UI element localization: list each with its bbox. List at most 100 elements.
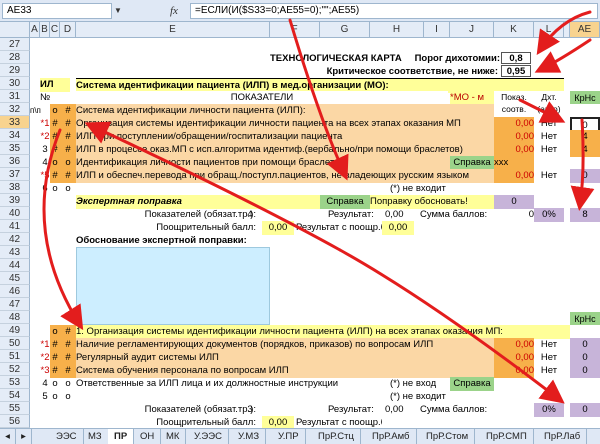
o-mark-36b: о	[60, 156, 76, 170]
expert-correction-value[interactable]: 0	[494, 195, 534, 209]
row-header-50[interactable]: 50	[0, 337, 30, 350]
row-header-45[interactable]: 45	[0, 272, 30, 285]
row-header-49[interactable]: 49	[0, 324, 30, 337]
row-37-score: 0,00	[494, 169, 534, 183]
column-header-i[interactable]: I	[424, 22, 450, 38]
select-all-corner[interactable]	[0, 22, 30, 38]
tab-nav-next-icon[interactable]: ▸	[16, 429, 32, 444]
chevron-down-icon[interactable]: ▼	[114, 5, 124, 17]
threshold-value[interactable]: 0,8	[501, 52, 531, 64]
bonus-result-label: Результат с поощр.б.:	[296, 222, 382, 233]
row-header-27[interactable]: 27	[0, 38, 30, 51]
ilp-label: ИЛ	[40, 78, 70, 92]
tab-pr[interactable]: ПР	[108, 429, 135, 444]
row-header-56[interactable]: 56	[0, 415, 30, 428]
row-header-30[interactable]: 30	[0, 77, 30, 90]
hash-35b: #	[60, 143, 76, 157]
column-header-j[interactable]: J	[450, 22, 494, 38]
percent-40: 0%	[534, 208, 564, 222]
row-53-reference-button[interactable]: Справка	[450, 377, 494, 391]
row-36-reference-button[interactable]: Справка	[450, 156, 494, 170]
tab-u-mz[interactable]: У.МЗ	[232, 429, 267, 444]
row-header-47[interactable]: 47	[0, 298, 30, 311]
row-header-46[interactable]: 46	[0, 285, 30, 298]
tab-prr-amb[interactable]: ПрР.Амб	[366, 429, 417, 444]
row-header-34[interactable]: 34	[0, 129, 30, 142]
row-header-40[interactable]: 40	[0, 207, 30, 220]
column-header-e[interactable]: E	[76, 22, 270, 38]
dht-header: Дхт. (авто)	[534, 91, 564, 117]
hash-33a: #	[50, 117, 60, 131]
mo-tag: *МО - м	[450, 91, 494, 105]
krns-header-49[interactable]: КрНс	[570, 312, 600, 325]
row-header-54[interactable]: 54	[0, 389, 30, 402]
krns-total-55[interactable]: 0	[570, 403, 600, 417]
row-header-51[interactable]: 51	[0, 350, 30, 363]
row-52-krns[interactable]: 0	[570, 364, 600, 378]
row-54-note: (*) не входит	[390, 391, 446, 402]
row-header-28[interactable]: 28	[0, 51, 30, 64]
formula-input[interactable]: =ЕСЛИ(И($S33=0;AE55=0);"";AE55)	[190, 3, 598, 19]
row-header-31[interactable]: 31	[0, 90, 30, 103]
row-header-42[interactable]: 42	[0, 233, 30, 246]
row-51-krns[interactable]: 0	[570, 351, 600, 365]
tab-prr-stc[interactable]: ПрР.Стц	[312, 429, 361, 444]
row-33-text: Организация системы идентификации личнос…	[76, 117, 494, 131]
column-header-f[interactable]: F	[270, 22, 320, 38]
row-header-43[interactable]: 43	[0, 246, 30, 259]
tab-on[interactable]: ОН	[134, 429, 162, 444]
row-header-35[interactable]: 35	[0, 142, 30, 155]
row-header-36[interactable]: 36	[0, 155, 30, 168]
krns-header[interactable]: КрНс	[570, 91, 600, 104]
row-header-37[interactable]: 37	[0, 168, 30, 181]
row-50-krns[interactable]: 0	[570, 338, 600, 352]
bonus-value[interactable]: 0,00	[262, 221, 294, 235]
column-header-g[interactable]: G	[320, 22, 370, 38]
tab-ees[interactable]: ЭЭС	[50, 429, 84, 444]
row-header-32[interactable]: 32	[0, 103, 30, 116]
row-34-num: *2	[40, 131, 50, 142]
column-header-a[interactable]: A	[30, 22, 40, 38]
score-sum-label: Сумма баллов:	[420, 209, 488, 220]
tab-prr-stom[interactable]: ПрР.Стом	[420, 429, 476, 444]
justification-textbox[interactable]	[76, 247, 270, 325]
krns-total-40[interactable]: 8	[570, 208, 600, 222]
expert-reference-button[interactable]: Справка	[320, 195, 370, 209]
row-header-44[interactable]: 44	[0, 259, 30, 272]
column-header-l[interactable]: L	[534, 22, 564, 38]
tab-prr-lab[interactable]: ПрР.Лаб	[538, 429, 588, 444]
function-icon[interactable]: fx	[170, 3, 188, 19]
row-header-29[interactable]: 29	[0, 64, 30, 77]
column-header-c[interactable]: C	[50, 22, 60, 38]
result-value: 0,00	[385, 209, 404, 220]
o-mark-49: о	[50, 325, 60, 339]
column-header-b[interactable]: B	[40, 22, 50, 38]
row-35-krns[interactable]: 4	[570, 143, 600, 157]
tab-mk[interactable]: МК	[160, 429, 187, 444]
row-header-52[interactable]: 52	[0, 363, 30, 376]
name-box[interactable]: AE33	[2, 3, 112, 19]
row-51-dht: Нет	[540, 352, 558, 363]
row-header-48[interactable]: 48	[0, 311, 30, 324]
row-54-num: 5	[42, 391, 48, 402]
critical-value[interactable]: 0,95	[501, 65, 531, 77]
tab-u-ees[interactable]: У.ЭЭС	[188, 429, 229, 444]
column-header-k[interactable]: K	[494, 22, 534, 38]
row-header-39[interactable]: 39	[0, 194, 30, 207]
row-34-krns[interactable]: 4	[570, 130, 600, 144]
column-header-d[interactable]: D	[60, 22, 76, 38]
row-header-55[interactable]: 55	[0, 402, 30, 415]
column-header-ae[interactable]: AE	[570, 22, 600, 38]
row-header-41[interactable]: 41	[0, 220, 30, 233]
row-header-38[interactable]: 38	[0, 181, 30, 194]
row-header-33[interactable]: 33	[0, 116, 30, 129]
row-header-53[interactable]: 53	[0, 376, 30, 389]
row-37-dht: Нет	[540, 170, 558, 181]
row-37-krns[interactable]: 0	[570, 169, 600, 183]
hash-37b: #	[60, 169, 76, 183]
tab-prr-smp[interactable]: ПрР.СМП	[480, 429, 534, 444]
tab-mz[interactable]: МЗ	[82, 429, 109, 444]
tab-u-pr[interactable]: У.ПР	[272, 429, 306, 444]
column-header-h[interactable]: H	[370, 22, 424, 38]
tab-nav-prev-icon[interactable]: ◂	[0, 429, 16, 444]
